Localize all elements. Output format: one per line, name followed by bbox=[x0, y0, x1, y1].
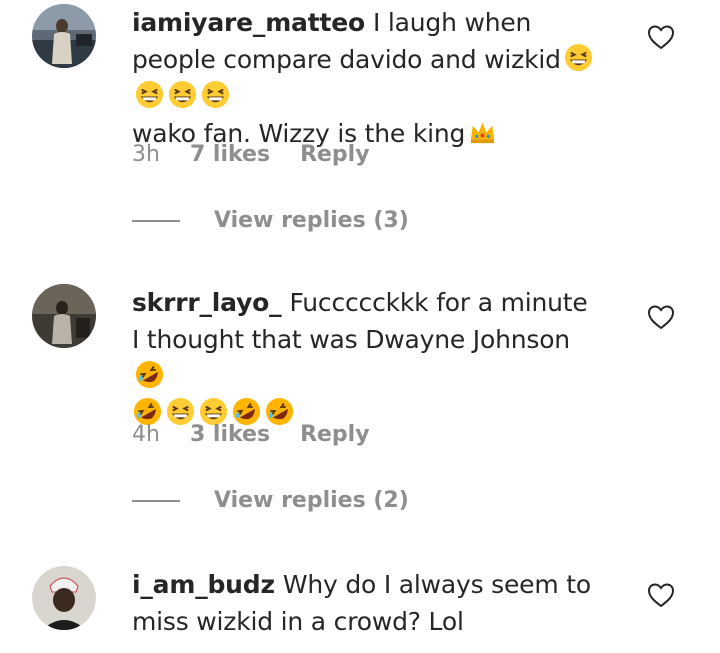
comment-time: 3h bbox=[132, 142, 160, 167]
comment-username[interactable]: skrrr_layo_ bbox=[132, 288, 282, 317]
avatar[interactable] bbox=[32, 4, 96, 68]
comment-body: skrrr_layo_ Fuccccckkk for a minute I tho… bbox=[132, 284, 602, 432]
replies-divider-line bbox=[132, 499, 180, 502]
grinning-squint-face-emoji bbox=[167, 79, 198, 110]
grinning-squint-face-emoji bbox=[134, 79, 165, 110]
comment-meta: 3h 7 likes Reply bbox=[132, 142, 400, 167]
comment-body: iamiyare_matteo I laugh when people compa… bbox=[132, 4, 602, 152]
crown-emoji bbox=[467, 116, 498, 147]
grinning-squint-face-emoji bbox=[200, 79, 231, 110]
rolling-on-floor-laughing-emoji bbox=[134, 359, 165, 390]
reply-button[interactable]: Reply bbox=[300, 422, 370, 447]
view-replies-button[interactable]: View replies (2) bbox=[132, 488, 409, 513]
view-replies-button[interactable]: View replies (3) bbox=[132, 208, 409, 233]
comment-username[interactable]: i_am_budz bbox=[132, 570, 275, 599]
comment-body: i_am_budz Why do I always seem to miss wi… bbox=[132, 566, 602, 640]
like-heart-icon[interactable] bbox=[647, 24, 675, 50]
comment-username[interactable]: iamiyare_matteo bbox=[132, 8, 365, 37]
likes-count-link[interactable]: 3 likes bbox=[190, 422, 270, 447]
likes-count-link[interactable]: 7 likes bbox=[190, 142, 270, 167]
replies-divider-line bbox=[132, 219, 180, 222]
comment-time: 4h bbox=[132, 422, 160, 447]
grinning-squint-face-emoji bbox=[563, 42, 594, 73]
view-replies-label: View replies (3) bbox=[214, 208, 409, 233]
view-replies-label: View replies (2) bbox=[214, 488, 409, 513]
avatar[interactable] bbox=[32, 566, 96, 630]
avatar[interactable] bbox=[32, 284, 96, 348]
like-heart-icon[interactable] bbox=[647, 304, 675, 330]
comment-meta: 4h 3 likes Reply bbox=[132, 422, 400, 447]
reply-button[interactable]: Reply bbox=[300, 142, 370, 167]
like-heart-icon[interactable] bbox=[647, 582, 675, 608]
